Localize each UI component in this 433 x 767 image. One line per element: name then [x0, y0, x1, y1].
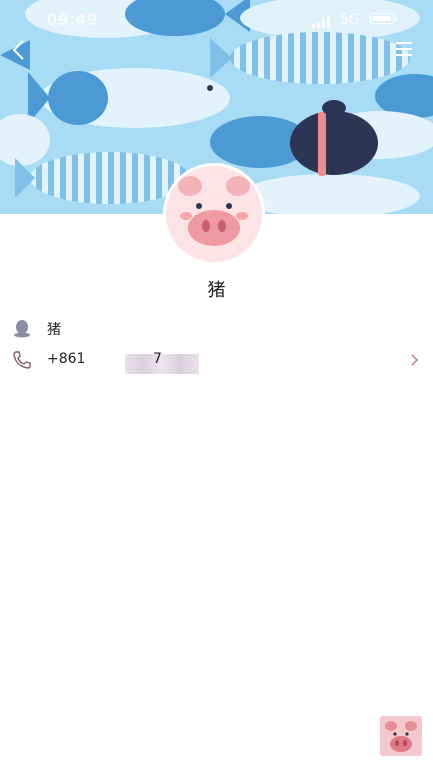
nickname-text: 猪: [47, 322, 61, 338]
phone-number: +861 7: [47, 351, 199, 374]
status-time: 09:49: [47, 10, 99, 29]
network-type: 5G: [340, 12, 360, 28]
phone-prefix: +861: [47, 351, 86, 367]
pig-face-icon: [166, 166, 262, 262]
nickname-row: 猪: [0, 313, 433, 343]
redacted-digits: [125, 354, 199, 374]
phone-icon: [13, 351, 31, 369]
pig-face-icon: [385, 721, 417, 752]
menu-icon[interactable]: [394, 40, 414, 58]
back-arrow-icon[interactable]: [8, 38, 30, 62]
floating-pig-widget[interactable]: [380, 716, 422, 756]
phone-suffix: 7: [153, 351, 162, 367]
profile-name: 猪: [207, 280, 226, 301]
battery-icon: [370, 13, 397, 24]
signal-icon: [312, 16, 330, 28]
chevron-right-icon: [411, 354, 419, 366]
profile-avatar[interactable]: [163, 163, 265, 265]
phone-row[interactable]: +861 7: [0, 345, 433, 375]
qq-penguin-icon: [14, 320, 30, 338]
status-bar: 09:49 5G: [0, 0, 433, 38]
